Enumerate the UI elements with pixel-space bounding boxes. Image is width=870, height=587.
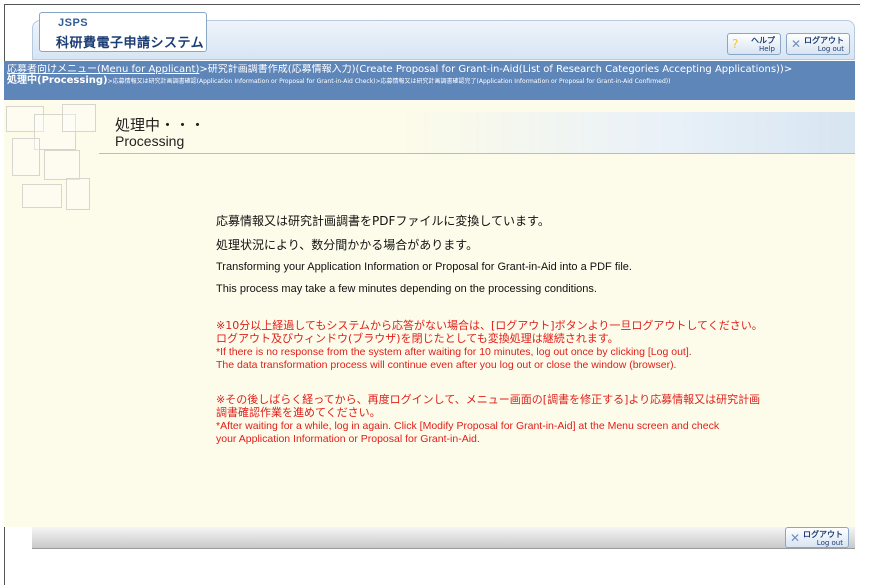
logout-button[interactable]: ✕ ログアウト Log out: [786, 33, 850, 55]
warning-timeout-en-2: The data transformation process will con…: [216, 359, 677, 371]
breadcrumb-step-create: >研究計画調書作成(応募情報入力)(Create Proposal for Gr…: [199, 64, 793, 75]
main-content: 処理中・・・ Processing 応募情報又は研究計画調書をPDFファイルに変…: [4, 100, 855, 527]
message-wait-jp: 処理状況により、数分間かかる場合があります。: [216, 238, 479, 252]
system-name: 科研費電子申請システム: [56, 36, 205, 51]
breadcrumb: 応募者向けメニュー(Menu for Applicant)>研究計画調書作成(応…: [4, 61, 855, 100]
x-icon: ✕: [791, 37, 802, 51]
title-divider: [99, 153, 855, 154]
warning-timeout-jp-2: ログアウト及びウィンドウ(ブラウザ)を閉じたとしても変換処理は継続されます。: [216, 332, 619, 345]
message-converting-en: Transforming your Application Informatio…: [216, 261, 632, 273]
footer-logout-label-en: Log out: [816, 539, 843, 547]
logo-jsps: JSPS: [58, 17, 89, 29]
warning-relogin-en-1: *After waiting for a while, log in again…: [216, 420, 720, 432]
page-title-bar: 処理中・・・ Processing: [99, 112, 855, 154]
help-label-jp: ヘルプ: [751, 36, 775, 45]
warning-relogin-jp-1: ※その後しばらく経ってから、再度ログインして、メニュー画面の[調書を修正する]よ…: [216, 393, 761, 406]
breadcrumb-link-menu[interactable]: 応募者向けメニュー(Menu for Applicant): [7, 64, 199, 75]
warning-timeout-jp-1: ※10分以上経過してもシステムから応答がない場合は、[ログアウト]ボタンより一旦…: [216, 319, 763, 332]
logout-label-jp: ログアウト: [804, 36, 844, 45]
logout-label-en: Log out: [817, 45, 844, 53]
message-converting-jp: 応募情報又は研究計画調書をPDFファイルに変換しています。: [216, 214, 550, 228]
warning-relogin-jp-2: 調書確認作業を進めてください。: [216, 406, 381, 419]
help-button[interactable]: ? ヘルプ Help: [727, 33, 781, 55]
x-icon: ✕: [790, 531, 801, 545]
decorative-squares: [4, 100, 99, 220]
footer-logout-label-jp: ログアウト: [803, 530, 843, 539]
message-wait-en: This process may take a few minutes depe…: [216, 283, 597, 295]
breadcrumb-row-2: 処理中(Processing)>応募情報又は研究計画調書確認(Applicati…: [7, 76, 852, 87]
page-title-jp: 処理中・・・: [115, 116, 206, 134]
page-title-en: Processing: [115, 133, 185, 149]
footer-bar: ✕ ログアウト Log out: [32, 527, 855, 549]
app-header: JSPS 科研費電子申請システム ? ヘルプ Help ✕ ログアウト Log …: [32, 12, 855, 60]
breadcrumb-current: 処理中(Processing): [7, 75, 108, 86]
help-label-en: Help: [759, 45, 775, 53]
footer-logout-button[interactable]: ✕ ログアウト Log out: [785, 527, 849, 548]
question-icon: ?: [732, 37, 739, 51]
breadcrumb-step-check: >応募情報又は研究計画調書確認(Application Information …: [107, 78, 671, 85]
warning-timeout-en-1: *If there is no response from the system…: [216, 346, 692, 358]
warning-relogin-en-2: your Application Information or Proposal…: [216, 433, 480, 445]
breadcrumb-row: 応募者向けメニュー(Menu for Applicant)>研究計画調書作成(応…: [7, 64, 852, 76]
system-logo: JSPS 科研費電子申請システム: [39, 12, 207, 52]
